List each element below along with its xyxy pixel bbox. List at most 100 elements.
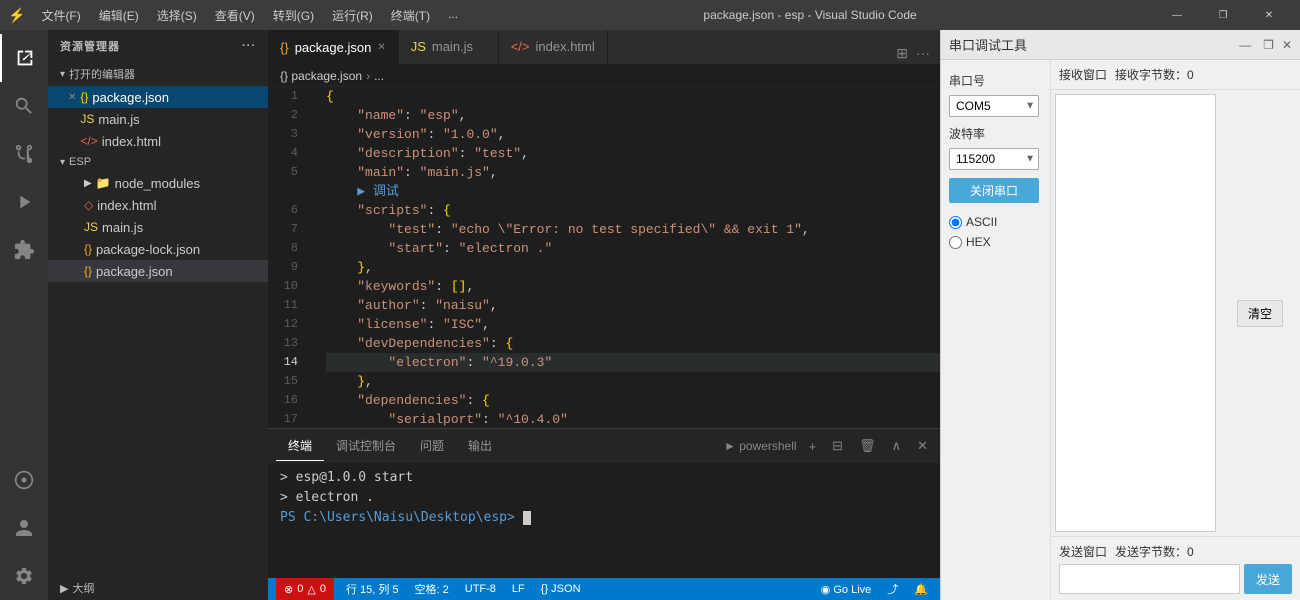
file-index-html[interactable]: ◇ index.html: [48, 194, 268, 216]
serial-panel: 串口调试工具 — ❐ ✕ 串口号 COM5 ▼ 波特率: [940, 30, 1300, 600]
port-select[interactable]: COM5: [949, 95, 1039, 117]
file-package-lock-json[interactable]: {} package-lock.json: [48, 238, 268, 260]
baud-select-wrapper: 115200 ▼: [949, 148, 1039, 170]
chevron-up-icon[interactable]: ∧: [888, 436, 906, 456]
terminal-tab-problems[interactable]: 问题: [408, 431, 456, 461]
serial-maximize-icon[interactable]: ❐: [1263, 38, 1274, 52]
send-input[interactable]: [1059, 564, 1240, 594]
minimize-button[interactable]: —: [1154, 0, 1200, 30]
trash-terminal-icon[interactable]: 🗑: [855, 436, 880, 456]
code-line-13: "devDependencies": {: [326, 334, 940, 353]
serial-minimize-icon[interactable]: —: [1239, 38, 1251, 52]
receive-textarea[interactable]: [1055, 94, 1216, 532]
warning-icon: △: [307, 583, 315, 596]
clear-button[interactable]: 清空: [1237, 300, 1283, 327]
code-editor[interactable]: 1 2 3 4 5 6 7 8 9 10 11 12 13 14 15 16 1…: [268, 87, 940, 428]
open-file-package-json[interactable]: ✕ {} package.json: [48, 86, 268, 108]
open-file-main-js[interactable]: ✕ JS main.js: [48, 108, 268, 130]
code-content[interactable]: { "name": "esp", "version": "1.0.0", "de…: [318, 87, 940, 428]
terminal-tab-terminal[interactable]: 终端: [276, 431, 324, 461]
menu-file[interactable]: 文件(F): [33, 3, 88, 28]
line-num-13: 13: [268, 334, 310, 353]
status-notifications[interactable]: 🔔: [910, 583, 932, 596]
menu-goto[interactable]: 转到(G): [265, 3, 322, 28]
status-golive[interactable]: ◉ Go Live: [817, 583, 876, 596]
ascii-radio[interactable]: [949, 216, 962, 229]
split-editor-icon[interactable]: ⊞: [894, 43, 910, 64]
esp-section[interactable]: ▾ ESP: [48, 152, 268, 172]
file-package-json[interactable]: {} package.json: [48, 260, 268, 282]
ascii-radio-label[interactable]: ASCII: [949, 215, 1042, 229]
line-num-7: 7: [268, 220, 310, 239]
esp-arrow-icon: ▾: [60, 157, 65, 168]
menu-run[interactable]: 运行(R): [324, 3, 381, 28]
status-line-ending[interactable]: LF: [508, 583, 529, 595]
settings-activity-icon[interactable]: [0, 552, 48, 600]
sidebar-more-icon[interactable]: ···: [242, 40, 256, 52]
tab-index-html[interactable]: </> index.html: [499, 30, 608, 64]
terminal-content[interactable]: > esp@1.0.0 start > electron . PS C:\Use…: [268, 464, 940, 578]
terminal-tab-output[interactable]: 输出: [456, 431, 504, 461]
search-activity-icon[interactable]: [0, 82, 48, 130]
tab-package-json[interactable]: {} package.json ✕: [268, 30, 399, 64]
hex-radio-label[interactable]: HEX: [949, 235, 1042, 249]
hex-label: HEX: [966, 235, 991, 249]
code-line-8: "start": "electron .": [326, 239, 940, 258]
hex-radio[interactable]: [949, 236, 962, 249]
code-line-12: "license": "ISC",: [326, 315, 940, 334]
status-position[interactable]: 行 15, 列 5: [342, 581, 403, 597]
add-terminal-icon[interactable]: +: [805, 437, 821, 456]
remote-activity-icon[interactable]: [0, 456, 48, 504]
breadcrumb-file[interactable]: {} package.json: [280, 69, 362, 83]
maximize-button[interactable]: ❐: [1200, 0, 1246, 30]
baud-select[interactable]: 115200: [949, 148, 1039, 170]
menu-more[interactable]: ...: [440, 3, 466, 28]
source-control-activity-icon[interactable]: [0, 130, 48, 178]
more-actions-icon[interactable]: ···: [914, 43, 932, 64]
explorer-activity-icon[interactable]: [0, 34, 48, 82]
open-editors-section[interactable]: ▾ 打开的编辑器: [48, 62, 268, 86]
language-label: {} JSON: [541, 583, 581, 595]
close-button[interactable]: ✕: [1246, 0, 1292, 30]
outline-label: 大纲: [72, 580, 94, 596]
send-button[interactable]: 发送: [1244, 564, 1292, 594]
line-num-6: 6: [268, 201, 310, 220]
status-errors[interactable]: ⊗ 0 △ 0: [276, 578, 334, 600]
terminal-tab-debug[interactable]: 调试控制台: [324, 431, 408, 461]
serial-close-icon[interactable]: ✕: [1282, 38, 1292, 52]
sidebar-header-actions: ···: [242, 40, 256, 52]
run-activity-icon[interactable]: [0, 178, 48, 226]
close-icon[interactable]: ✕: [68, 92, 76, 103]
menu-bar[interactable]: 文件(F) 编辑(E) 选择(S) 查看(V) 转到(G) 运行(R) 终端(T…: [33, 3, 466, 28]
tab-main-js[interactable]: JS main.js: [399, 30, 499, 64]
close-port-button[interactable]: 关闭串口: [949, 178, 1039, 203]
warning-count: 0: [320, 583, 326, 595]
open-file-index-html[interactable]: ✕ </> index.html: [48, 130, 268, 152]
file-label: main.js: [102, 220, 143, 235]
breadcrumb-item[interactable]: ...: [374, 69, 384, 83]
split-terminal-icon[interactable]: ⊟: [828, 436, 847, 456]
sidebar-header: 资源管理器 ···: [48, 30, 268, 62]
line-num-1: 1: [268, 87, 310, 106]
menu-terminal[interactable]: 终端(T): [383, 3, 438, 28]
status-encoding[interactable]: UTF-8: [461, 583, 500, 595]
close-terminal-icon[interactable]: ✕: [913, 436, 932, 456]
menu-select[interactable]: 选择(S): [149, 3, 205, 28]
breadcrumb: {} package.json › ...: [268, 65, 940, 87]
baud-section: 波特率 115200 ▼: [949, 125, 1042, 170]
status-language[interactable]: {} JSON: [537, 583, 585, 595]
window-controls[interactable]: — ❐ ✕: [1154, 0, 1292, 30]
status-remote[interactable]: ⤴: [883, 581, 902, 597]
tab-bar: {} package.json ✕ JS main.js </> index.h…: [268, 30, 940, 65]
menu-edit[interactable]: 编辑(E): [91, 3, 147, 28]
folder-node-modules[interactable]: ▶ 📁 node_modules: [48, 172, 268, 194]
outline-section[interactable]: ▶ 大纲: [48, 576, 268, 600]
status-spaces[interactable]: 空格: 2: [411, 581, 453, 597]
extensions-activity-icon[interactable]: [0, 226, 48, 274]
open-file-label: package.json: [92, 90, 169, 105]
file-main-js[interactable]: JS main.js: [48, 216, 268, 238]
account-activity-icon[interactable]: [0, 504, 48, 552]
menu-view[interactable]: 查看(V): [207, 3, 263, 28]
ascii-label: ASCII: [966, 215, 997, 229]
tab-close-icon[interactable]: ✕: [377, 42, 385, 53]
